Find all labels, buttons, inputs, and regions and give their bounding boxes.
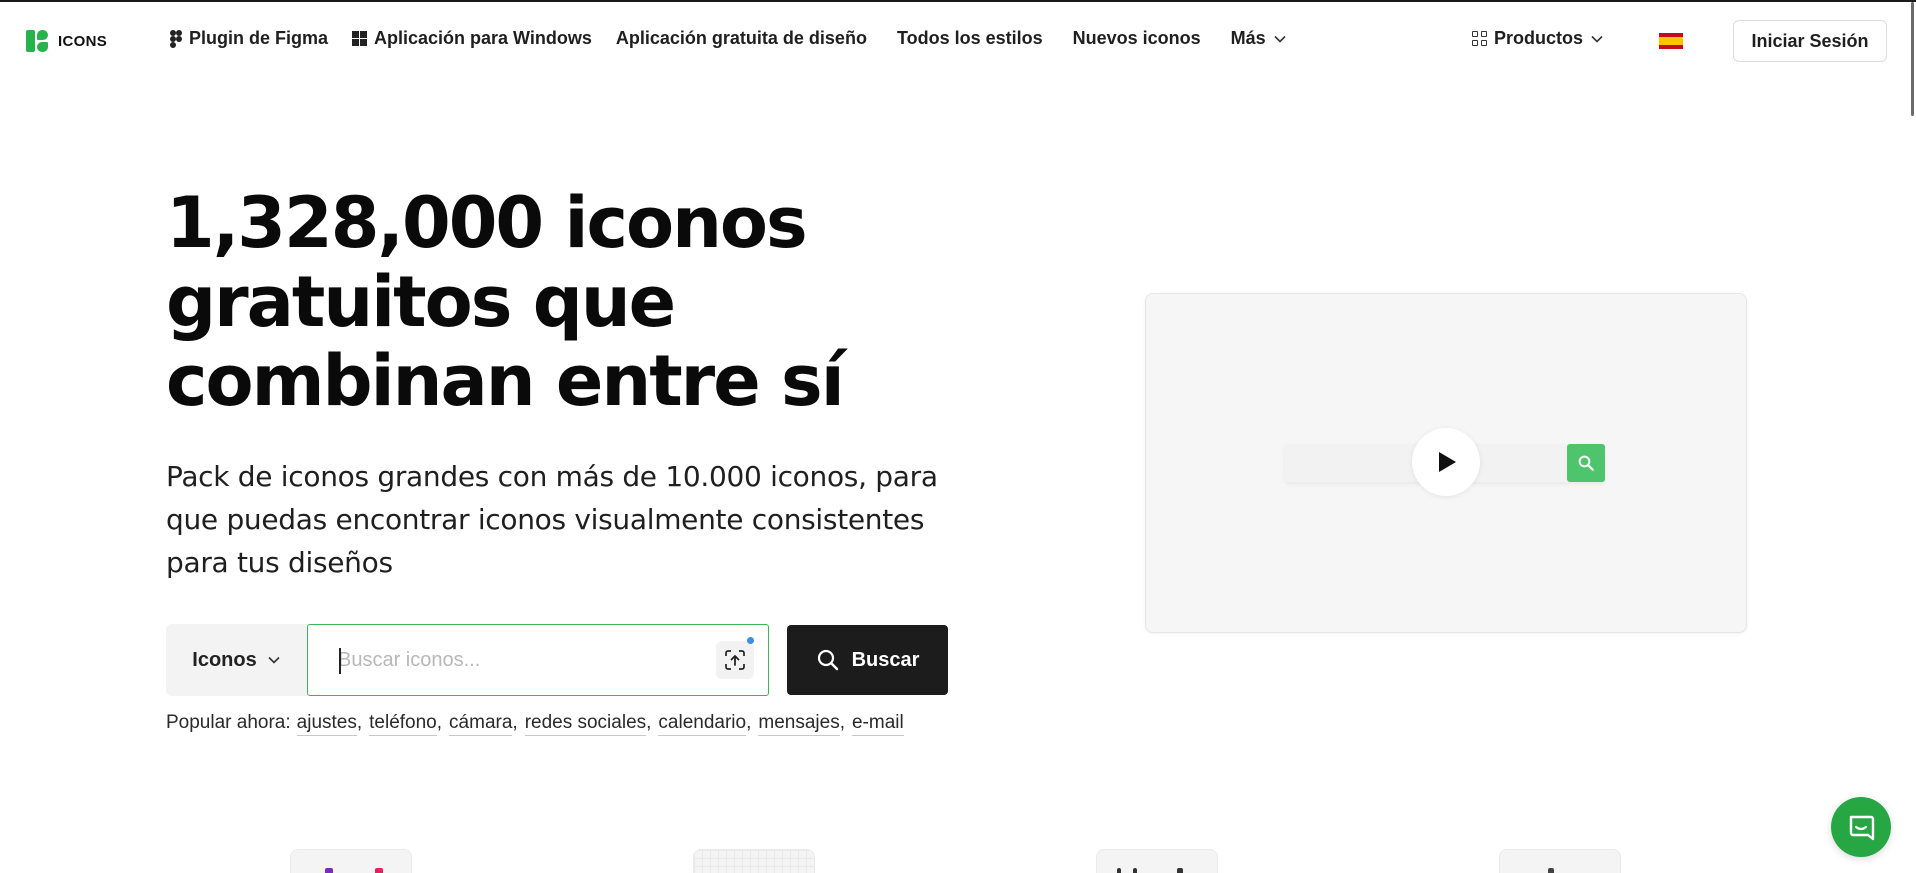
products-label: Productos: [1494, 28, 1584, 48]
hero-title: 1,328,000 iconos gratuitos que combinan …: [166, 184, 926, 421]
popular-link[interactable]: teléfono: [369, 712, 437, 736]
hero-title-line: combinan entre sí: [166, 340, 845, 422]
search-button[interactable]: Buscar: [787, 625, 948, 695]
image-search-button[interactable]: [716, 641, 754, 679]
search-icon: [1578, 455, 1594, 471]
video-mini-search-button: [1567, 444, 1605, 482]
grid-icon: [1472, 31, 1487, 46]
nav-item-free-design-app[interactable]: Aplicación gratuita de diseño: [616, 28, 867, 49]
search-type-dropdown[interactable]: Iconos: [166, 624, 307, 696]
nav-item-label: Plugin de Figma: [189, 28, 329, 48]
style-card-preview[interactable]: [1499, 849, 1621, 873]
nav-item-label: Más: [1230, 28, 1266, 48]
spain-flag-icon[interactable]: [1659, 33, 1683, 49]
style-card-preview[interactable]: [1096, 849, 1218, 873]
nav-item-label: Aplicación para Windows: [374, 28, 592, 48]
video-preview[interactable]: [1145, 293, 1747, 633]
search-button-label: Buscar: [851, 648, 920, 671]
search-input[interactable]: [338, 648, 678, 672]
nav-item-figma-plugin[interactable]: Plugin de Figma: [170, 28, 328, 49]
popular-link[interactable]: e-mail: [851, 712, 904, 736]
hero-subtitle: Pack de iconos grandes con más de 10.000…: [166, 455, 986, 584]
play-button[interactable]: [1412, 428, 1480, 496]
popular-link[interactable]: ajustes: [296, 712, 357, 736]
chevron-down-icon: [1273, 32, 1287, 46]
upload-image-icon: [725, 650, 745, 670]
hero-title-line: gratuitos que: [166, 261, 676, 343]
logo-mark-icon: [26, 30, 48, 52]
search-bar: Iconos Buscar: [166, 624, 948, 696]
popular-label: Popular ahora:: [166, 712, 291, 733]
nav-item-windows-app[interactable]: Aplicación para Windows: [352, 28, 592, 49]
logo[interactable]: ICONS: [26, 30, 107, 52]
search-field: [307, 624, 769, 696]
nav-item-label: Todos los estilos: [896, 28, 1043, 48]
search-type-label: Iconos: [192, 648, 257, 671]
chevron-down-icon: [267, 653, 281, 667]
hero-subtitle-line: para tus diseños: [166, 546, 393, 579]
popular-link[interactable]: redes sociales: [524, 712, 647, 736]
search-icon: [817, 649, 838, 671]
figma-icon: [170, 29, 182, 48]
style-card-preview[interactable]: [290, 849, 412, 873]
popular-link[interactable]: calendario: [658, 712, 747, 736]
main-nav: Plugin de Figma Aplicación para Windows …: [170, 28, 1317, 49]
logo-text: ICONS: [58, 32, 108, 50]
login-button[interactable]: Iniciar Sesión: [1733, 20, 1887, 62]
popular-searches: Popular ahora: ajustes, teléfono, cámara…: [166, 712, 904, 736]
hero-title-line: 1,328,000 iconos: [166, 182, 808, 264]
nav-item-new-icons[interactable]: Nuevos iconos: [1073, 28, 1201, 49]
popular-link[interactable]: cámara: [449, 712, 513, 736]
nav-item-label: Aplicación gratuita de diseño: [615, 28, 867, 48]
hero-subtitle-line: Pack de iconos grandes con más de 10.000…: [166, 460, 938, 493]
nav-item-more[interactable]: Más: [1231, 28, 1287, 49]
windows-icon: [352, 31, 368, 46]
popular-link[interactable]: mensajes: [758, 712, 840, 736]
chat-icon: [1849, 815, 1875, 841]
nav-item-label: Nuevos iconos: [1072, 28, 1201, 48]
style-card-preview[interactable]: [693, 849, 815, 873]
site-header: ICONS Plugin de Figma Aplicación para Wi…: [0, 2, 1916, 78]
hero-subtitle-line: que puedas encontrar iconos visualmente …: [166, 503, 925, 536]
notification-dot: [747, 637, 754, 644]
play-icon: [1439, 452, 1456, 472]
nav-item-all-styles[interactable]: Todos los estilos: [897, 28, 1043, 49]
chat-support-button[interactable]: [1831, 797, 1891, 857]
text-caret: [339, 648, 341, 674]
products-menu[interactable]: Productos: [1472, 28, 1604, 49]
chevron-down-icon: [1590, 32, 1604, 46]
